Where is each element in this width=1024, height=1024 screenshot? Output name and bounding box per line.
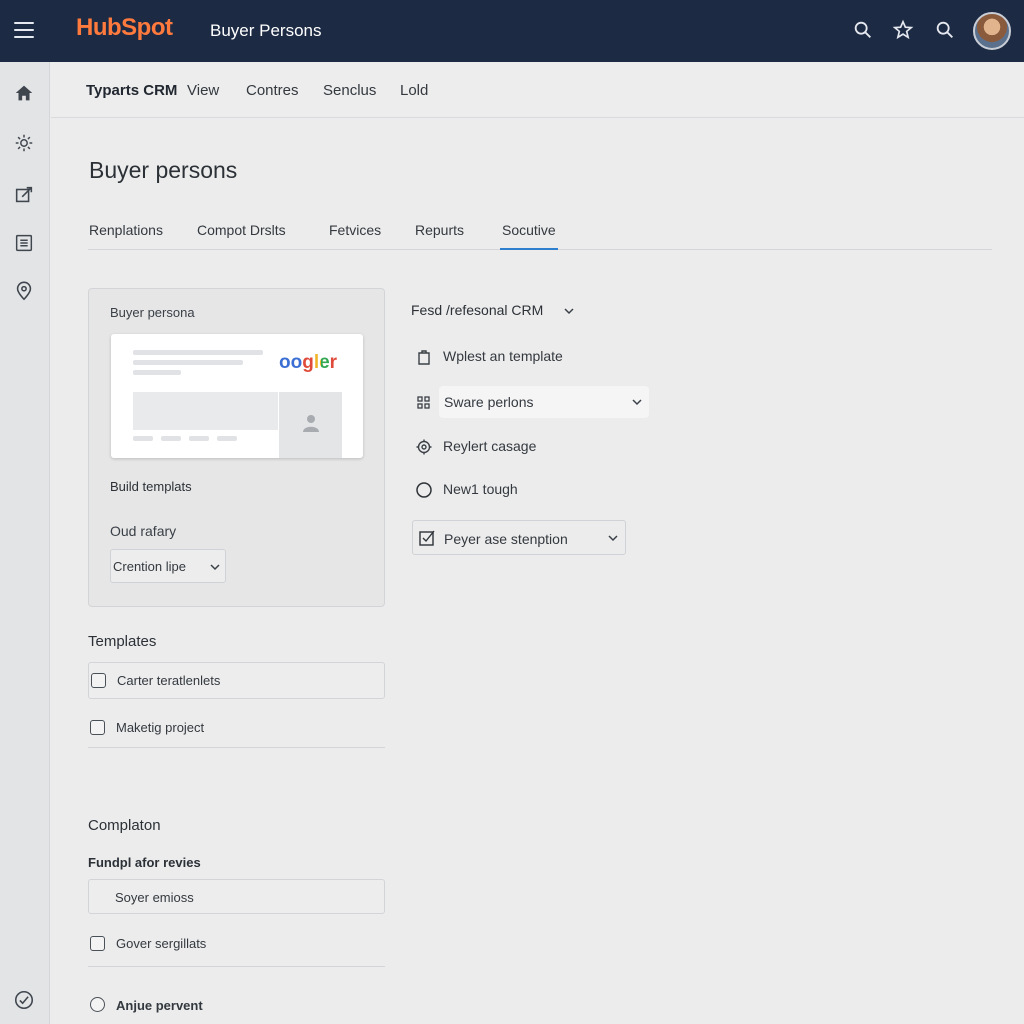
subnav-item-contres[interactable]: Contres	[246, 82, 299, 99]
checkbox[interactable]	[90, 720, 105, 735]
option-label: New1 tough	[443, 481, 518, 497]
templates-title: Templates	[88, 633, 157, 650]
subnav-brand[interactable]: Typarts CRM	[86, 82, 177, 99]
card-label: Buyer persona	[110, 305, 195, 320]
build-templates-label: Build templats	[110, 479, 192, 494]
template-item-label: Maketig project	[116, 720, 205, 735]
menu-icon[interactable]	[14, 22, 34, 38]
gear-icon	[416, 439, 432, 455]
crm-dropdown-label: Fesd /refesonal CRM	[411, 302, 544, 318]
edit-icon[interactable]	[13, 184, 35, 206]
select-value: Crention lipe	[113, 559, 186, 574]
preview-logo-text: oogler	[279, 352, 338, 373]
option-label: Reylert casage	[443, 438, 537, 454]
subnav-item-view[interactable]: View	[187, 82, 219, 99]
star-icon[interactable]	[892, 19, 914, 41]
preview-logo: oogler	[279, 352, 337, 374]
search-icon[interactable]	[852, 19, 874, 41]
preview-line	[133, 360, 243, 365]
person-icon	[303, 415, 319, 432]
tab-bar: Renplations Compot Drslts Fetvices Repur…	[88, 218, 992, 250]
tab-renplations[interactable]: Renplations	[89, 222, 163, 250]
completion-radio-row[interactable]: Anjue pervent	[88, 988, 385, 1024]
select-value: Sware perlons	[444, 394, 534, 410]
radio-button[interactable]	[90, 997, 105, 1012]
sub-navigation: Typarts CRM View Contres Senclus Lold	[51, 62, 1024, 118]
checkbox[interactable]	[90, 936, 105, 951]
chevron-down-icon	[608, 535, 618, 542]
input-value: Soyer emioss	[115, 890, 194, 905]
chevron-down-icon	[632, 399, 642, 406]
home-icon[interactable]	[13, 82, 35, 104]
completion-input[interactable]: Soyer emioss	[88, 879, 385, 914]
hubspot-logo[interactable]: HubSpot	[76, 14, 173, 42]
preview-line	[133, 370, 181, 375]
template-item[interactable]: Maketig project	[88, 712, 385, 748]
template-item[interactable]: Carter teratlenlets	[88, 662, 385, 699]
subnav-item-lold[interactable]: Lold	[400, 82, 428, 99]
crm-dropdown[interactable]: Fesd /refesonal CRM	[411, 302, 574, 318]
completion-sublabel: Fundpl afor revies	[88, 855, 201, 870]
template-item-label: Carter teratlenlets	[117, 673, 221, 688]
tab-compot-drslts[interactable]: Compot Drslts	[197, 222, 286, 250]
field-label: Oud rafary	[110, 523, 177, 539]
search-icon[interactable]	[934, 19, 956, 41]
tab-socutive[interactable]: Socutive	[500, 222, 558, 250]
app-title: Buyer Persons	[210, 21, 322, 40]
tab-repurts[interactable]: Repurts	[415, 222, 464, 250]
preview-line	[133, 436, 153, 441]
check-circle-icon[interactable]	[13, 989, 35, 1011]
page-title: Buyer persons	[89, 157, 238, 183]
template-preview[interactable]: oogler	[111, 334, 363, 458]
subnav-item-senclus[interactable]: Senclus	[323, 82, 376, 99]
tab-fetvices[interactable]: Fetvices	[329, 222, 381, 250]
left-rail	[0, 62, 50, 1024]
grid-icon	[417, 396, 430, 409]
preview-line	[161, 436, 181, 441]
radio-icon	[416, 482, 432, 498]
preview-line	[189, 436, 209, 441]
option-label: Wplest an template	[443, 348, 563, 364]
user-avatar[interactable]	[973, 12, 1011, 50]
peyer-select[interactable]: Peyer ase stenption	[412, 520, 626, 555]
checkbox-icon	[419, 530, 435, 546]
buyer-persona-card: Buyer persona oogler Build templats Oud …	[88, 288, 385, 607]
chevron-down-icon	[210, 564, 220, 571]
top-header: HubSpot Buyer Persons	[0, 0, 1024, 62]
creation-type-select[interactable]: Crention lipe	[110, 549, 226, 583]
preview-line	[217, 436, 237, 441]
completion-title: Complaton	[88, 817, 161, 834]
select-value: Peyer ase stenption	[444, 531, 568, 547]
sware-persons-select[interactable]: Sware perlons	[439, 386, 649, 418]
preview-line	[133, 350, 263, 355]
checkbox-label: Gover sergillats	[116, 936, 207, 951]
preview-block	[133, 392, 278, 430]
gear-icon[interactable]	[13, 132, 35, 154]
checkbox[interactable]	[91, 673, 106, 688]
document-icon[interactable]	[13, 232, 35, 254]
completion-checkbox-row[interactable]: Gover sergillats	[88, 928, 385, 967]
chevron-down-icon	[564, 308, 574, 315]
radio-label: Anjue pervent	[116, 998, 203, 1013]
location-icon[interactable]	[13, 280, 35, 302]
clipboard-icon	[418, 350, 430, 365]
